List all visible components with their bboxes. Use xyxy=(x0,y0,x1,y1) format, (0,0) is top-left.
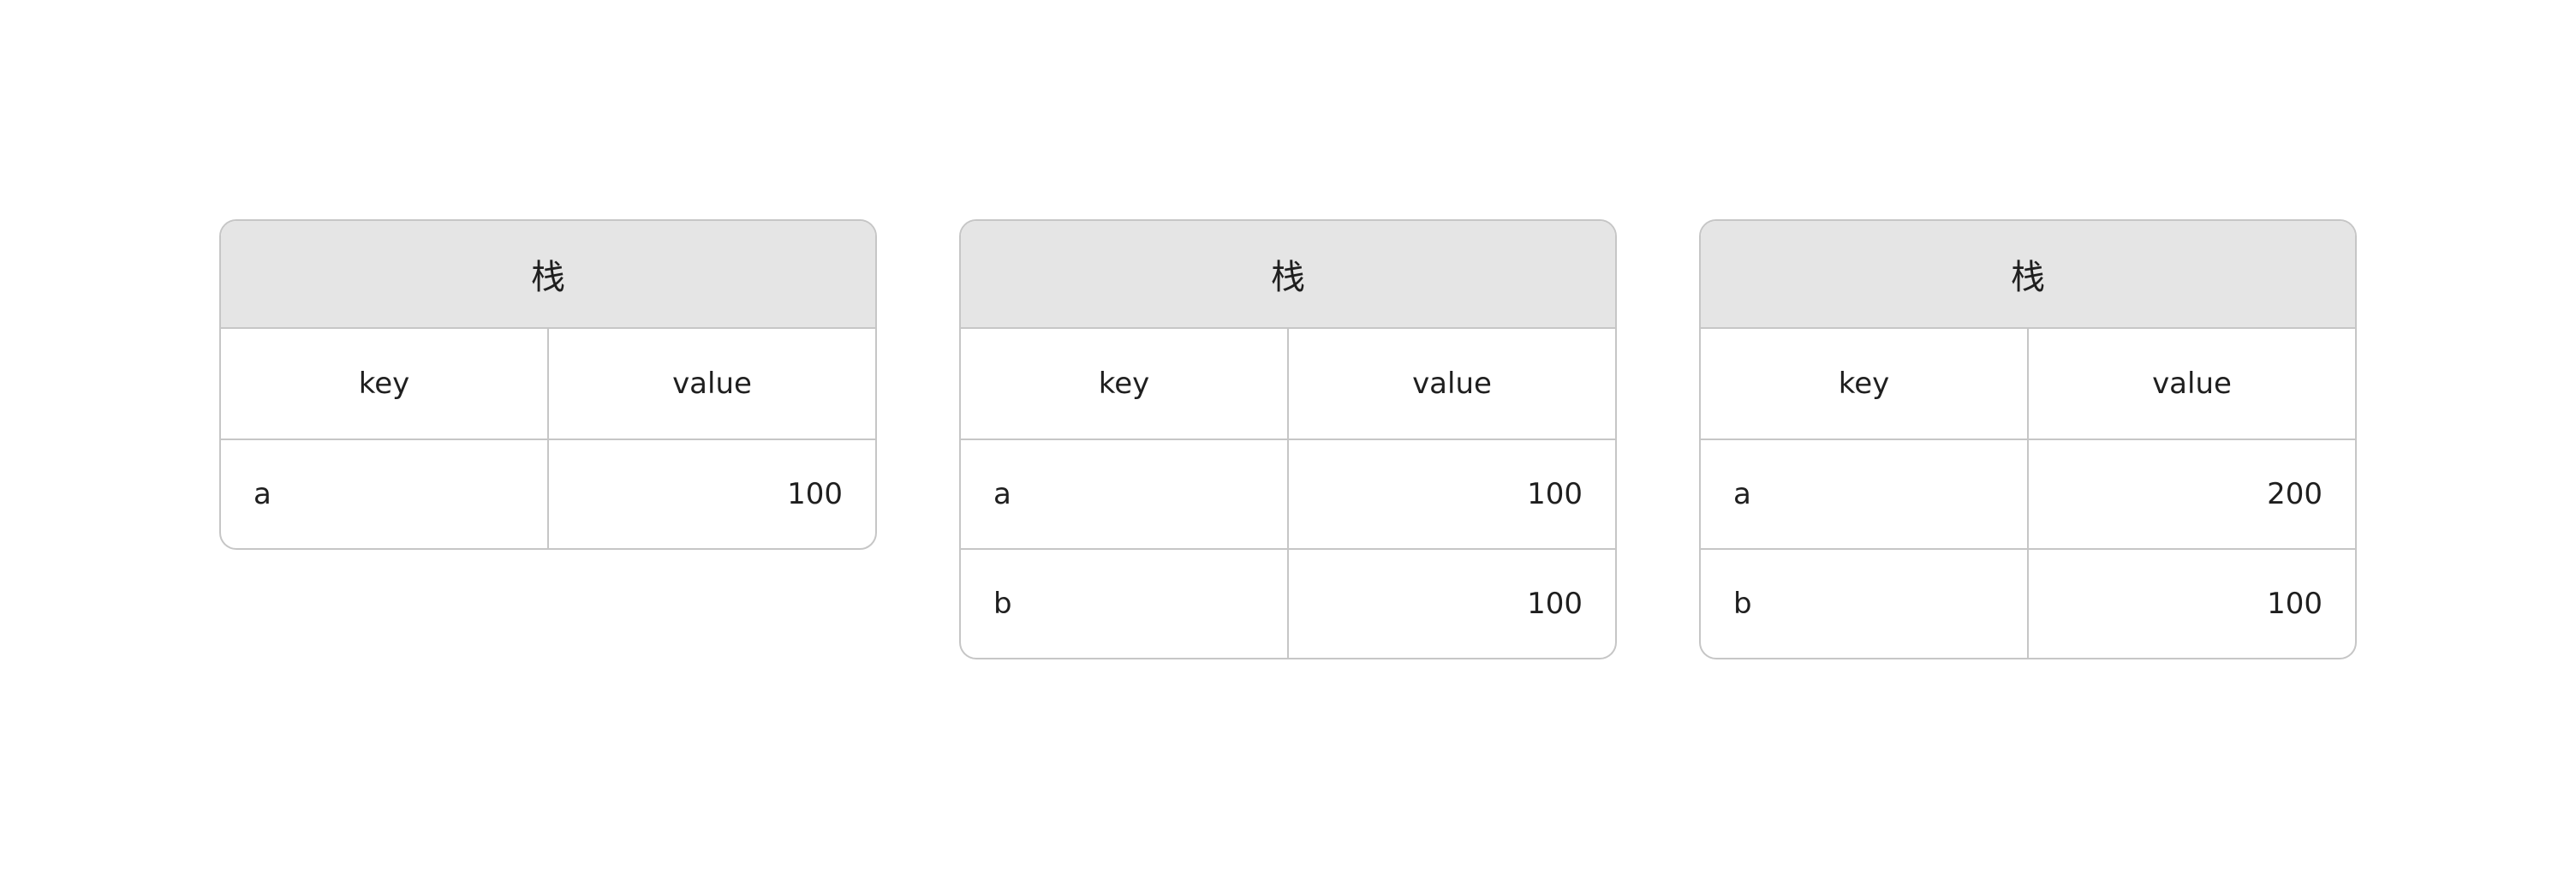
key-cell: b xyxy=(993,587,1012,621)
column-header-value: value xyxy=(1287,329,1615,438)
column-header-key: key xyxy=(358,367,410,401)
value-cell: 200 xyxy=(2027,440,2355,548)
header-row: key value xyxy=(221,329,875,438)
value-cell: 100 xyxy=(1287,550,1615,658)
table-row: a 100 xyxy=(221,438,875,548)
stack-title: 栈 xyxy=(1701,221,2355,329)
value-cell: 100 xyxy=(2027,550,2355,658)
value-cell: 100 xyxy=(1287,440,1615,548)
table-row: b 100 xyxy=(961,548,1615,658)
key-cell: a xyxy=(253,477,271,511)
table-row: a 200 xyxy=(1701,438,2355,548)
header-row: key value xyxy=(961,329,1615,438)
column-header-value: value xyxy=(2027,329,2355,438)
table-row: a 100 xyxy=(961,438,1615,548)
stack-table-2: 栈 key value a 100 b 100 xyxy=(959,219,1617,659)
table-row: b 100 xyxy=(1701,548,2355,658)
stack-title: 栈 xyxy=(961,221,1615,329)
stack-table-1: 栈 key value a 100 xyxy=(219,219,877,550)
stack-title: 栈 xyxy=(221,221,875,329)
column-header-key: key xyxy=(1098,367,1150,401)
key-cell: b xyxy=(1733,587,1752,621)
column-header-key: key xyxy=(1838,367,1890,401)
stack-table-3: 栈 key value a 200 b 100 xyxy=(1699,219,2357,659)
value-cell: 100 xyxy=(547,440,875,548)
key-cell: a xyxy=(993,477,1011,511)
key-cell: a xyxy=(1733,477,1751,511)
header-row: key value xyxy=(1701,329,2355,438)
column-header-value: value xyxy=(547,329,875,438)
